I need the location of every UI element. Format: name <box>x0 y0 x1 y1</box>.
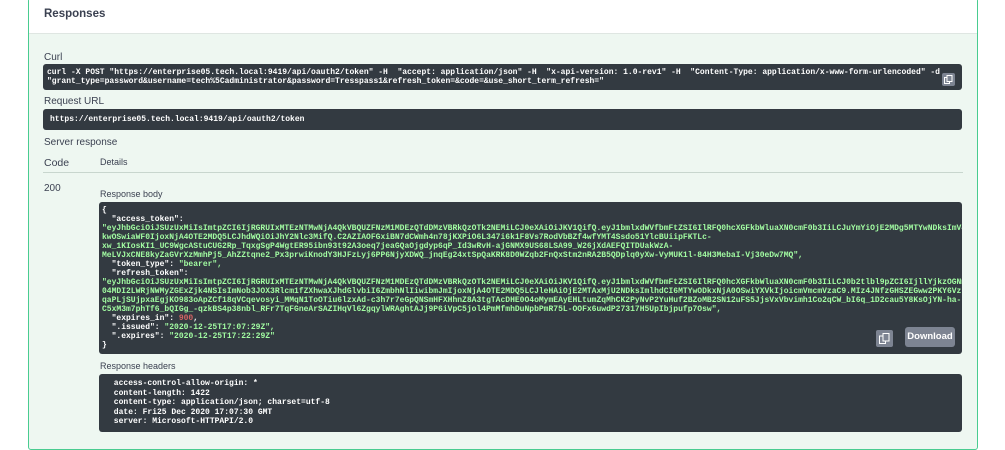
json-value-line: kwOSwiaWF0IjoxNjA4OTE2MDQ5LCJhdWQiOiJhY2… <box>102 233 712 242</box>
code-column-header: Code <box>44 157 70 169</box>
json-key-expires-in: "expires_in": <box>102 314 175 323</box>
curl-label: Curl <box>44 52 63 63</box>
json-close-brace: } <box>102 341 107 350</box>
json-key-expires: ".expires": <box>102 332 165 341</box>
json-key-token-type: "token_type": <box>102 260 175 269</box>
server-response-label: Server response <box>44 137 118 148</box>
response-header-line: content-length: 1422 <box>109 389 215 398</box>
response-code: 200 <box>44 183 61 194</box>
curl-command-box[interactable]: curl -X POST "https://enterprise05.tech.… <box>43 64 962 90</box>
json-open-brace: { <box>102 206 107 215</box>
json-token-type-row: "token_type": "bearer", <box>102 260 222 269</box>
responses-title: Responses <box>44 8 106 20</box>
request-url-value: https://enterprise05.tech.local:9419/api… <box>50 115 305 124</box>
response-header-line: content-type: application/json; charset=… <box>109 398 335 407</box>
json-issued-row: ".issued": "2020-12-25T17:07:29Z", <box>102 323 275 332</box>
request-url-label: Request URL <box>44 96 105 107</box>
json-key-issued: ".issued": <box>102 323 160 332</box>
response-headers-label: Response headers <box>100 361 176 371</box>
response-headers-box[interactable]: access-control-allow-origin: * content-l… <box>99 374 962 432</box>
request-url-box[interactable]: https://enterprise05.tech.local:9419/api… <box>43 109 962 130</box>
copy-response-button[interactable] <box>876 330 893 347</box>
responses-header: Responses <box>29 0 977 34</box>
details-column-header: Details <box>100 157 128 167</box>
download-button[interactable]: Download <box>905 327 955 347</box>
json-expires-in-row: "expires_in": 900, <box>102 314 199 323</box>
json-value-line: "eyJhbGciOiJSUzUxMiIsImtpZCI6IjRGRUIxMTE… <box>102 224 962 233</box>
curl-command-line: "grant_type=password&username=tech%5Cadm… <box>47 77 604 86</box>
response-header-line: server: Microsoft-HTTPAPI/2.0 <box>109 417 258 426</box>
json-value-line: C5xM3m7phTf6_bQIGg_-qzkBS4p38nbl_RFr7TqF… <box>102 305 722 314</box>
json-expires-row: ".expires": "2020-12-25T17:22:29Z" <box>102 332 275 341</box>
json-value-line: "eyJhbGciOiJSUzUxMiIsImtpZCI6IjRGRUIxMTE… <box>102 278 962 287</box>
json-value-line: MeLVJxCNE8kyZaGVrXzMmhPj5_AhZZtqne2_Px3p… <box>102 251 803 260</box>
json-value-expires: "2020-12-25T17:22:29Z" <box>169 332 275 341</box>
curl-command-line: curl -X POST "https://enterprise05.tech.… <box>47 68 940 77</box>
json-value-line: xw_1KIosKI1_UC9WgcAStuCUG2Rp_TqxgSgP4Wgt… <box>102 242 674 251</box>
json-value-line: 04MDI2LWRjNWMyZGExZjk4NSIsImNob3JOX3Rlcm… <box>102 287 962 296</box>
response-header-line: date: Fri25 Dec 2020 17:07:30 GMT <box>109 408 278 417</box>
json-key-refresh-token: "refresh_token": <box>102 269 189 278</box>
json-value-token-type: "bearer", <box>178 260 223 269</box>
json-value-expires-in: 900 <box>178 314 194 323</box>
json-key-access-token: "access_token": <box>102 215 184 224</box>
response-header-line: access-control-allow-origin: * <box>109 379 263 388</box>
json-value-issued: "2020-12-25T17:07:29Z", <box>164 323 275 332</box>
response-body-box[interactable]: { "access_token": "eyJhbGciOiJSUzUxMiIsI… <box>99 202 962 354</box>
response-body-label: Response body <box>100 189 163 199</box>
header-divider <box>43 172 963 173</box>
json-value-line: qaPLjSUjpxaEgjKO983oApZCf18qVCqevosyi_MM… <box>102 296 962 305</box>
copy-curl-button[interactable] <box>942 73 955 86</box>
